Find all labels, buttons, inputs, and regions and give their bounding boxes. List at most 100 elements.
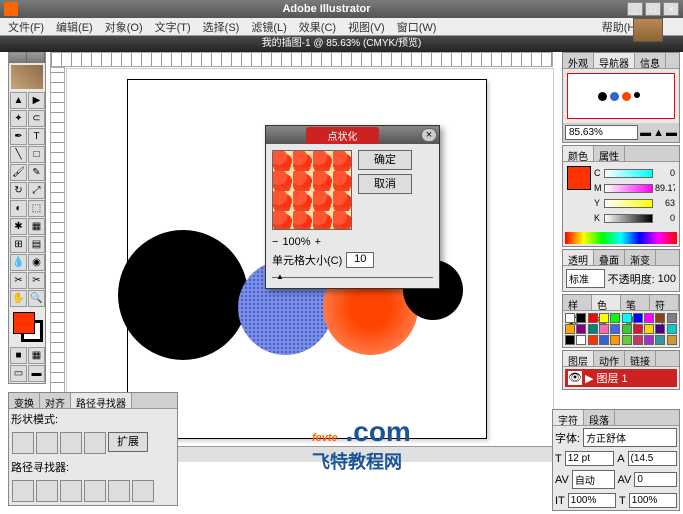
line-tool[interactable]: ╲	[10, 146, 27, 163]
swatch-item[interactable]	[655, 335, 665, 345]
scale-tool[interactable]: ⤢	[28, 182, 45, 199]
menu-filter[interactable]: 滤镜(L)	[247, 19, 290, 35]
cellsize-input[interactable]: 10	[346, 252, 374, 268]
pencil-tool[interactable]: ✎	[28, 164, 45, 181]
ribbon-icon[interactable]	[633, 18, 663, 42]
nav-zoom-value[interactable]: 85.63%	[565, 125, 638, 140]
magic-wand-tool[interactable]: ✦	[10, 110, 27, 127]
hscale-input[interactable]: 100%	[629, 493, 677, 508]
y-slider[interactable]	[604, 199, 653, 208]
swatch-item[interactable]	[576, 324, 586, 334]
swatch-item[interactable]	[633, 335, 643, 345]
menu-edit[interactable]: 编辑(E)	[52, 19, 97, 35]
blend-tool[interactable]: ◉	[28, 254, 45, 271]
swatch-item[interactable]	[667, 335, 677, 345]
swatch-item[interactable]	[576, 313, 586, 323]
tab-pathfinder[interactable]: 路径寻找器	[71, 393, 132, 408]
dialog-titlebar[interactable]: 点状化 ×	[266, 126, 439, 144]
swatch-item[interactable]	[667, 313, 677, 323]
tab-align[interactable]: 对齐	[40, 393, 71, 408]
swatch-item[interactable]	[610, 313, 620, 323]
swatch-item[interactable]	[565, 324, 575, 334]
zoom-in-button[interactable]: +	[315, 236, 321, 248]
pen-tool[interactable]: ✒	[10, 128, 27, 145]
kerning-input[interactable]: 自动	[572, 470, 615, 489]
warp-tool[interactable]: ◐	[10, 200, 27, 217]
tab-character[interactable]: 字符	[553, 410, 584, 425]
eyedropper-tool[interactable]: 💧	[10, 254, 27, 271]
swatch-item[interactable]	[655, 324, 665, 334]
menu-file[interactable]: 文件(F)	[4, 19, 48, 35]
swatch-item[interactable]	[576, 335, 586, 345]
swatch-item[interactable]	[599, 313, 609, 323]
swatch-item[interactable]	[633, 313, 643, 323]
swatch-item[interactable]	[644, 335, 654, 345]
close-button[interactable]: ×	[663, 2, 679, 16]
menu-object[interactable]: 对象(O)	[101, 19, 147, 35]
swatch-item[interactable]	[588, 335, 598, 345]
layer-expand-icon[interactable]: ▶	[585, 372, 593, 385]
tab-transparency[interactable]: 透明	[563, 250, 594, 265]
menu-select[interactable]: 选择(S)	[199, 19, 244, 35]
swatch-item[interactable]	[599, 335, 609, 345]
zoom-out-button[interactable]: −	[272, 236, 278, 248]
expand-button[interactable]: 扩展	[108, 432, 148, 452]
swatch-item[interactable]	[644, 324, 654, 334]
swatch-item[interactable]	[565, 335, 575, 345]
y-value[interactable]: 63	[655, 198, 675, 208]
k-value[interactable]: 0	[655, 213, 675, 223]
minus-front-button[interactable]	[36, 432, 58, 454]
merge-button[interactable]	[60, 480, 82, 502]
nav-zoom-out-icon[interactable]: ▬	[640, 127, 651, 139]
rotate-tool[interactable]: ↻	[10, 182, 27, 199]
type-tool[interactable]: T	[28, 128, 45, 145]
swatch-item[interactable]	[565, 313, 575, 323]
tab-links[interactable]: 链接	[625, 351, 656, 366]
fill-stroke-control[interactable]	[13, 312, 43, 342]
swatch-item[interactable]	[610, 335, 620, 345]
swatch-item[interactable]	[655, 313, 665, 323]
toolbox-header[interactable]	[9, 53, 45, 63]
hand-tool[interactable]: ✋	[10, 290, 27, 307]
tab-gradient[interactable]: 渐变	[625, 250, 656, 265]
lasso-tool[interactable]: ⊂	[28, 110, 45, 127]
tab-paragraph[interactable]: 段落	[584, 410, 615, 425]
scissors-tool[interactable]: ✂	[28, 272, 45, 289]
tab-swatches[interactable]: 色板	[592, 295, 621, 310]
swatch-item[interactable]	[622, 335, 632, 345]
mesh-tool[interactable]: ⊞	[10, 236, 27, 253]
color-mode-button[interactable]: ■	[10, 347, 27, 364]
c-slider[interactable]	[604, 169, 653, 178]
m-slider[interactable]	[604, 184, 653, 193]
exclude-button[interactable]	[84, 432, 106, 454]
paintbrush-tool[interactable]: 🖌	[10, 164, 27, 181]
cellsize-slider[interactable]	[272, 272, 433, 284]
blend-mode-select[interactable]: 标准	[566, 269, 605, 288]
tab-attributes[interactable]: 属性	[594, 146, 625, 161]
layer-row[interactable]: 👁 ▶ 图层 1	[565, 369, 677, 387]
minus-back-button[interactable]	[132, 480, 154, 502]
symbol-sprayer-tool[interactable]: ✱	[10, 218, 27, 235]
tab-layers[interactable]: 图层	[563, 351, 594, 366]
outline-button[interactable]	[108, 480, 130, 502]
unite-button[interactable]	[12, 432, 34, 454]
cancel-button[interactable]: 取消	[358, 174, 412, 194]
opacity-value[interactable]: 100	[658, 273, 676, 285]
swatch-item[interactable]	[622, 313, 632, 323]
fill-swatch[interactable]	[13, 312, 35, 334]
screen-mode-button[interactable]: ▭	[10, 365, 27, 382]
layer-visibility-icon[interactable]: 👁	[568, 371, 582, 385]
gradient-mode-button[interactable]: ▦	[28, 347, 45, 364]
tab-appearance[interactable]: 外观	[563, 53, 594, 68]
color-swatch[interactable]	[567, 166, 591, 190]
intersect-button[interactable]	[60, 432, 82, 454]
graph-tool[interactable]: ▦	[28, 218, 45, 235]
menu-window[interactable]: 窗口(W)	[393, 19, 441, 35]
menu-type[interactable]: 文字(T)	[151, 19, 195, 35]
tab-brushes[interactable]: 笔刷	[621, 295, 650, 310]
k-slider[interactable]	[604, 214, 653, 223]
direct-selection-tool[interactable]: ▶	[28, 92, 45, 109]
selection-tool[interactable]: ▲	[10, 92, 27, 109]
swatch-item[interactable]	[588, 324, 598, 334]
leading-input[interactable]: (14.5	[628, 451, 677, 466]
